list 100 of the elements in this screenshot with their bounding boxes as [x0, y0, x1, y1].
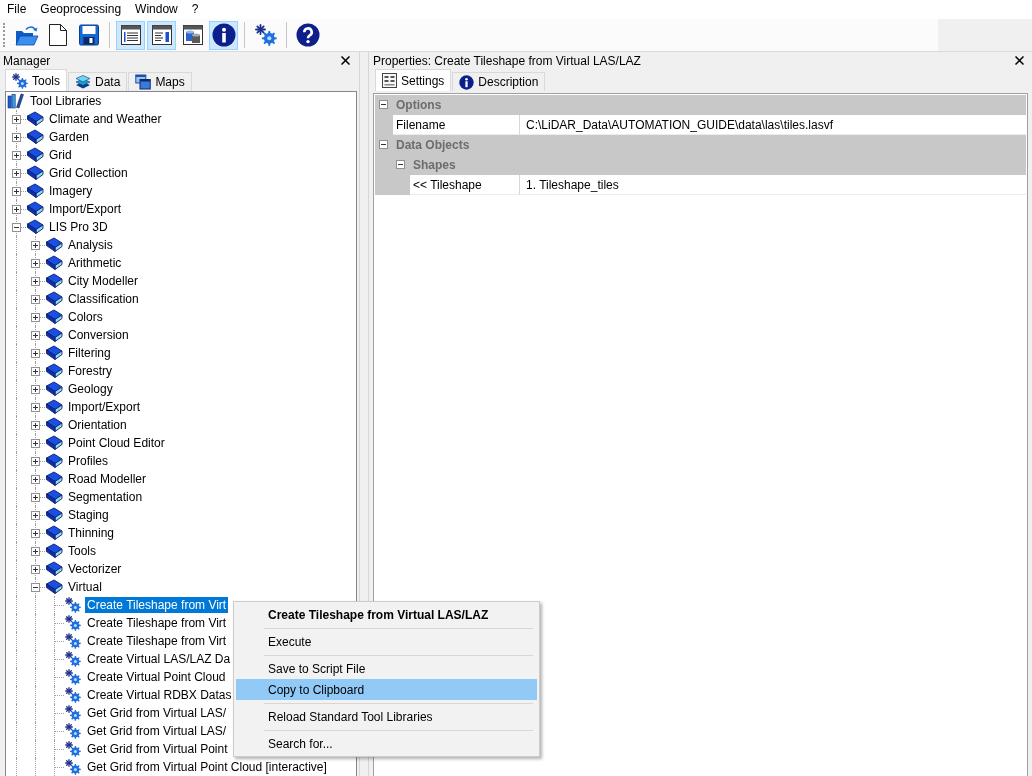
plus-box-icon[interactable]	[12, 133, 21, 142]
tab[interactable]: Settings	[375, 69, 452, 91]
toggle-button[interactable]	[116, 20, 145, 50]
minus-box-icon[interactable]	[31, 583, 40, 592]
menu-item[interactable]: Save to Script File	[236, 658, 537, 679]
toggle-button[interactable]	[209, 20, 238, 50]
tree-item[interactable]: Forestry	[66, 363, 114, 379]
menu-item[interactable]: ?	[184, 0, 206, 19]
tree-item[interactable]: Filtering	[66, 345, 113, 361]
plus-box-icon[interactable]	[31, 385, 40, 394]
tree-item[interactable]: Classification	[66, 291, 141, 307]
tree-item[interactable]: Imagery	[47, 183, 95, 199]
plus-box-icon[interactable]	[31, 475, 40, 484]
plus-box-icon[interactable]	[12, 205, 21, 214]
tree-item[interactable]: Create Tileshape from Virt	[85, 633, 229, 649]
minus-box-icon[interactable]	[396, 160, 405, 169]
minus-box-icon[interactable]	[379, 100, 388, 109]
minus-box-icon[interactable]	[379, 140, 388, 149]
tree-item[interactable]: Create Virtual LAS/LAZ Da	[85, 651, 233, 667]
menu-item[interactable]: Reload Standard Tool Libraries	[236, 706, 537, 727]
menu-item[interactable]: Copy to Clipboard	[236, 679, 537, 700]
tree-item[interactable]: Segmentation	[66, 489, 145, 505]
plus-box-icon[interactable]	[31, 259, 40, 268]
tree-item[interactable]: Climate and Weather	[47, 111, 164, 127]
database-window-icon	[180, 23, 205, 47]
tree-item[interactable]: Virtual	[66, 579, 104, 595]
plus-box-icon[interactable]	[31, 241, 40, 250]
tree-item[interactable]: Tool Libraries	[28, 93, 104, 109]
tree-item[interactable]: Get Grid from Virtual LAS/	[85, 723, 229, 739]
plus-box-icon[interactable]	[12, 151, 21, 160]
tree-item[interactable]: Grid Collection	[47, 165, 130, 181]
tree-item[interactable]: Get Grid from Virtual LAS/	[85, 705, 229, 721]
close-icon[interactable]	[1015, 56, 1024, 65]
panel-window-icon	[149, 23, 174, 47]
menu-item[interactable]: File	[0, 0, 34, 19]
tab[interactable]: Description	[452, 72, 546, 91]
tree-item[interactable]: Garden	[47, 129, 92, 145]
tree-item[interactable]: Orientation	[66, 417, 129, 433]
book-icon	[45, 579, 63, 595]
plus-box-icon[interactable]	[31, 457, 40, 466]
book-icon	[26, 201, 44, 217]
tree-item[interactable]: Import/Export	[66, 399, 143, 415]
plus-box-icon[interactable]	[12, 169, 21, 178]
tree-item[interactable]: Get Grid from Virtual Point	[85, 741, 230, 757]
tree-item[interactable]: Create Virtual RDBX Datas	[85, 687, 234, 703]
tree-item[interactable]: Colors	[66, 309, 105, 325]
tree-item[interactable]: Arithmetic	[66, 255, 124, 271]
plus-box-icon[interactable]	[31, 529, 40, 538]
tree-item[interactable]: Grid	[47, 147, 74, 163]
plus-box-icon[interactable]	[31, 331, 40, 340]
tab[interactable]: Maps	[128, 72, 192, 91]
tree-item[interactable]: Road Modeller	[66, 471, 149, 487]
plus-box-icon[interactable]	[31, 493, 40, 502]
book-icon	[26, 165, 44, 181]
tree-item[interactable]: LIS Pro 3D	[47, 219, 110, 235]
menu-item[interactable]: Execute	[236, 631, 537, 652]
plus-box-icon[interactable]	[31, 439, 40, 448]
plus-box-icon[interactable]	[31, 547, 40, 556]
tree-item[interactable]: Point Cloud Editor	[66, 435, 167, 451]
plus-box-icon[interactable]	[31, 511, 40, 520]
plus-box-icon[interactable]	[31, 367, 40, 376]
tree-item[interactable]: Profiles	[66, 453, 110, 469]
close-icon[interactable]	[341, 56, 350, 65]
section-title: Data Objects	[395, 138, 470, 152]
page-icon	[46, 23, 69, 47]
tab[interactable]: Tools	[5, 69, 67, 91]
tree-item[interactable]: Import/Export	[47, 201, 124, 217]
plus-box-icon[interactable]	[12, 187, 21, 196]
tree-item[interactable]: Analysis	[66, 237, 115, 253]
tree-item[interactable]: Create Virtual Point Cloud	[85, 669, 228, 685]
tree-item[interactable]: Conversion	[66, 327, 131, 343]
tree-item[interactable]: Staging	[66, 507, 111, 523]
tree-item[interactable]: Get Grid from Virtual Point Cloud [interactive]	[85, 759, 329, 775]
plus-box-icon[interactable]	[31, 295, 40, 304]
plus-box-icon[interactable]	[31, 403, 40, 412]
book-icon	[45, 381, 63, 397]
tree-item[interactable]: Tools	[66, 543, 98, 559]
tree-item[interactable]: Vectorizer	[66, 561, 124, 577]
book-icon	[45, 435, 63, 451]
menu-item[interactable]: Window	[128, 0, 185, 19]
minus-box-icon[interactable]	[12, 223, 21, 232]
plus-box-icon[interactable]	[12, 115, 21, 124]
toolbar-grip[interactable]	[3, 23, 7, 47]
toggle-button[interactable]	[147, 20, 176, 50]
tree-item[interactable]: Create Tileshape from Virt	[85, 615, 229, 631]
tree-item[interactable]: Geology	[66, 381, 115, 397]
book-icon	[45, 399, 63, 415]
plus-box-icon[interactable]	[31, 421, 40, 430]
menu-item[interactable]: Search for...	[236, 733, 537, 754]
tree-item[interactable]: Create Tileshape from Virt	[85, 597, 229, 613]
plus-box-icon[interactable]	[31, 277, 40, 286]
plus-box-icon[interactable]	[31, 313, 40, 322]
tab[interactable]: Data	[68, 72, 128, 91]
property-value[interactable]: 1. Tileshape_tiles	[520, 175, 1026, 195]
plus-box-icon[interactable]	[31, 349, 40, 358]
plus-box-icon[interactable]	[31, 565, 40, 574]
tree-item[interactable]: City Modeller	[66, 273, 141, 289]
menu-item[interactable]: Geoprocessing	[33, 0, 129, 19]
tree-item[interactable]: Thinning	[66, 525, 117, 541]
menu-item[interactable]: Create Tileshape from Virtual LAS/LAZ	[236, 604, 537, 625]
